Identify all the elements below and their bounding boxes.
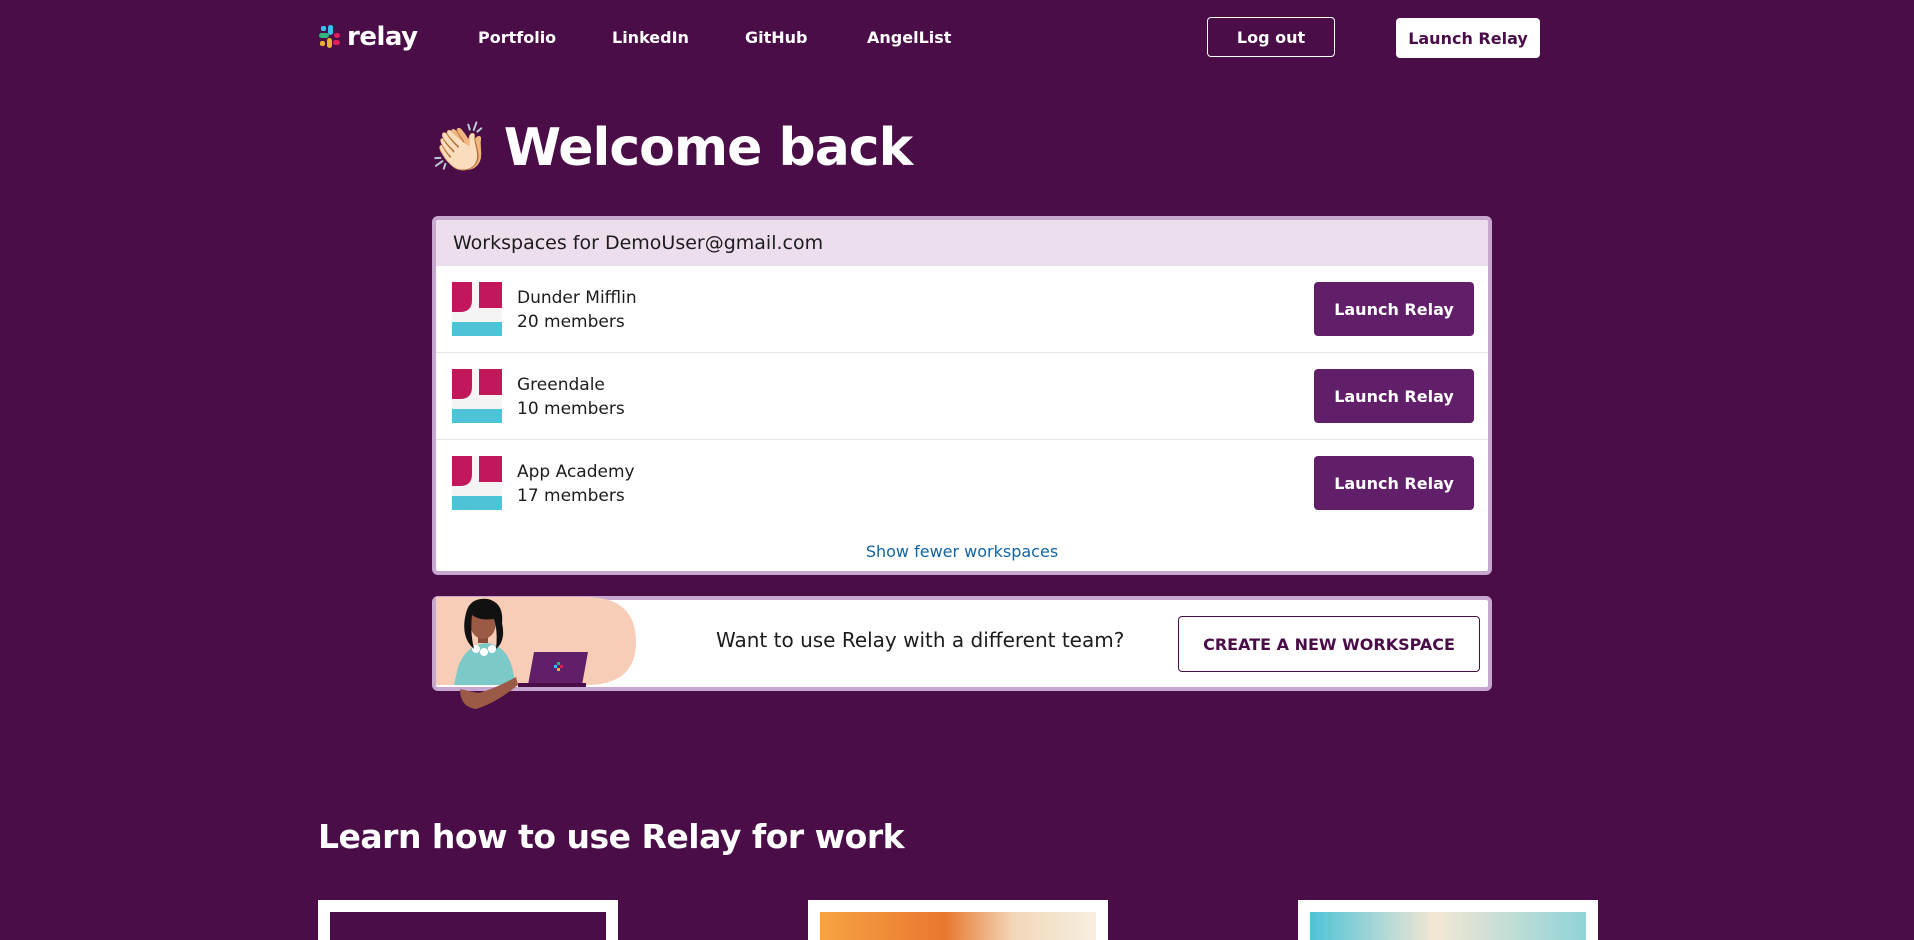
page-title: Welcome back <box>503 118 913 178</box>
nav-link-portfolio[interactable]: Portfolio <box>478 28 556 47</box>
workspace-logo-icon <box>452 282 502 336</box>
waving-hand-icon: 👏🏻 <box>430 120 490 176</box>
nav-link-github[interactable]: GitHub <box>745 28 808 47</box>
article-card[interactable] <box>1298 900 1598 940</box>
workspace-info: Greendale 10 members <box>517 373 625 421</box>
launch-relay-button[interactable]: Launch Relay <box>1314 369 1474 423</box>
launch-relay-button[interactable]: Launch Relay <box>1314 282 1474 336</box>
workspace-member-count: 10 members <box>517 399 625 419</box>
article-card[interactable] <box>318 900 618 940</box>
nav-link-linkedin[interactable]: LinkedIn <box>612 28 689 47</box>
brand-name: relay <box>347 22 418 52</box>
workspaces-header: Workspaces for DemoUser@gmail.com <box>436 220 1488 266</box>
relay-logo-icon <box>319 25 340 48</box>
workspace-name: App Academy <box>517 462 635 482</box>
workspace-name: Dunder Mifflin <box>517 288 637 308</box>
article-image <box>1310 912 1586 940</box>
workspaces-card: Workspaces for DemoUser@gmail.com Dunder… <box>432 216 1492 575</box>
launch-relay-nav-button[interactable]: Launch Relay <box>1396 18 1540 58</box>
relay-logo[interactable]: relay <box>318 20 418 54</box>
workspace-member-count: 17 members <box>517 486 625 506</box>
workspace-row: Dunder Mifflin 20 members Launch Relay <box>436 266 1488 353</box>
workspace-name: Greendale <box>517 375 605 395</box>
article-card[interactable] <box>808 900 1108 940</box>
person-with-laptop-illustration <box>436 597 636 709</box>
create-workspace-button[interactable]: CREATE A NEW WORKSPACE <box>1178 616 1480 672</box>
workspace-logo-icon <box>452 369 502 423</box>
logout-button[interactable]: Log out <box>1207 17 1335 57</box>
article-image <box>820 912 1096 940</box>
nav-link-angellist[interactable]: AngelList <box>867 28 951 47</box>
show-fewer-workspaces-link[interactable]: Show fewer workspaces <box>436 542 1488 561</box>
learn-section-title: Learn how to use Relay for work <box>318 817 905 856</box>
workspace-row: App Academy 17 members Launch Relay <box>436 440 1488 526</box>
welcome-hero: 👏🏻 Welcome back <box>430 118 913 178</box>
workspace-row: Greendale 10 members Launch Relay <box>436 353 1488 440</box>
workspace-member-count: 20 members <box>517 312 625 332</box>
workspace-info: Dunder Mifflin 20 members <box>517 286 637 334</box>
workspace-info: App Academy 17 members <box>517 460 635 508</box>
workspace-logo-icon <box>452 456 502 510</box>
article-image <box>330 912 606 940</box>
promo-text: Want to use Relay with a different team? <box>716 628 1125 652</box>
launch-relay-button[interactable]: Launch Relay <box>1314 456 1474 510</box>
top-nav: relay Portfolio LinkedIn GitHub AngelLis… <box>0 0 1914 78</box>
